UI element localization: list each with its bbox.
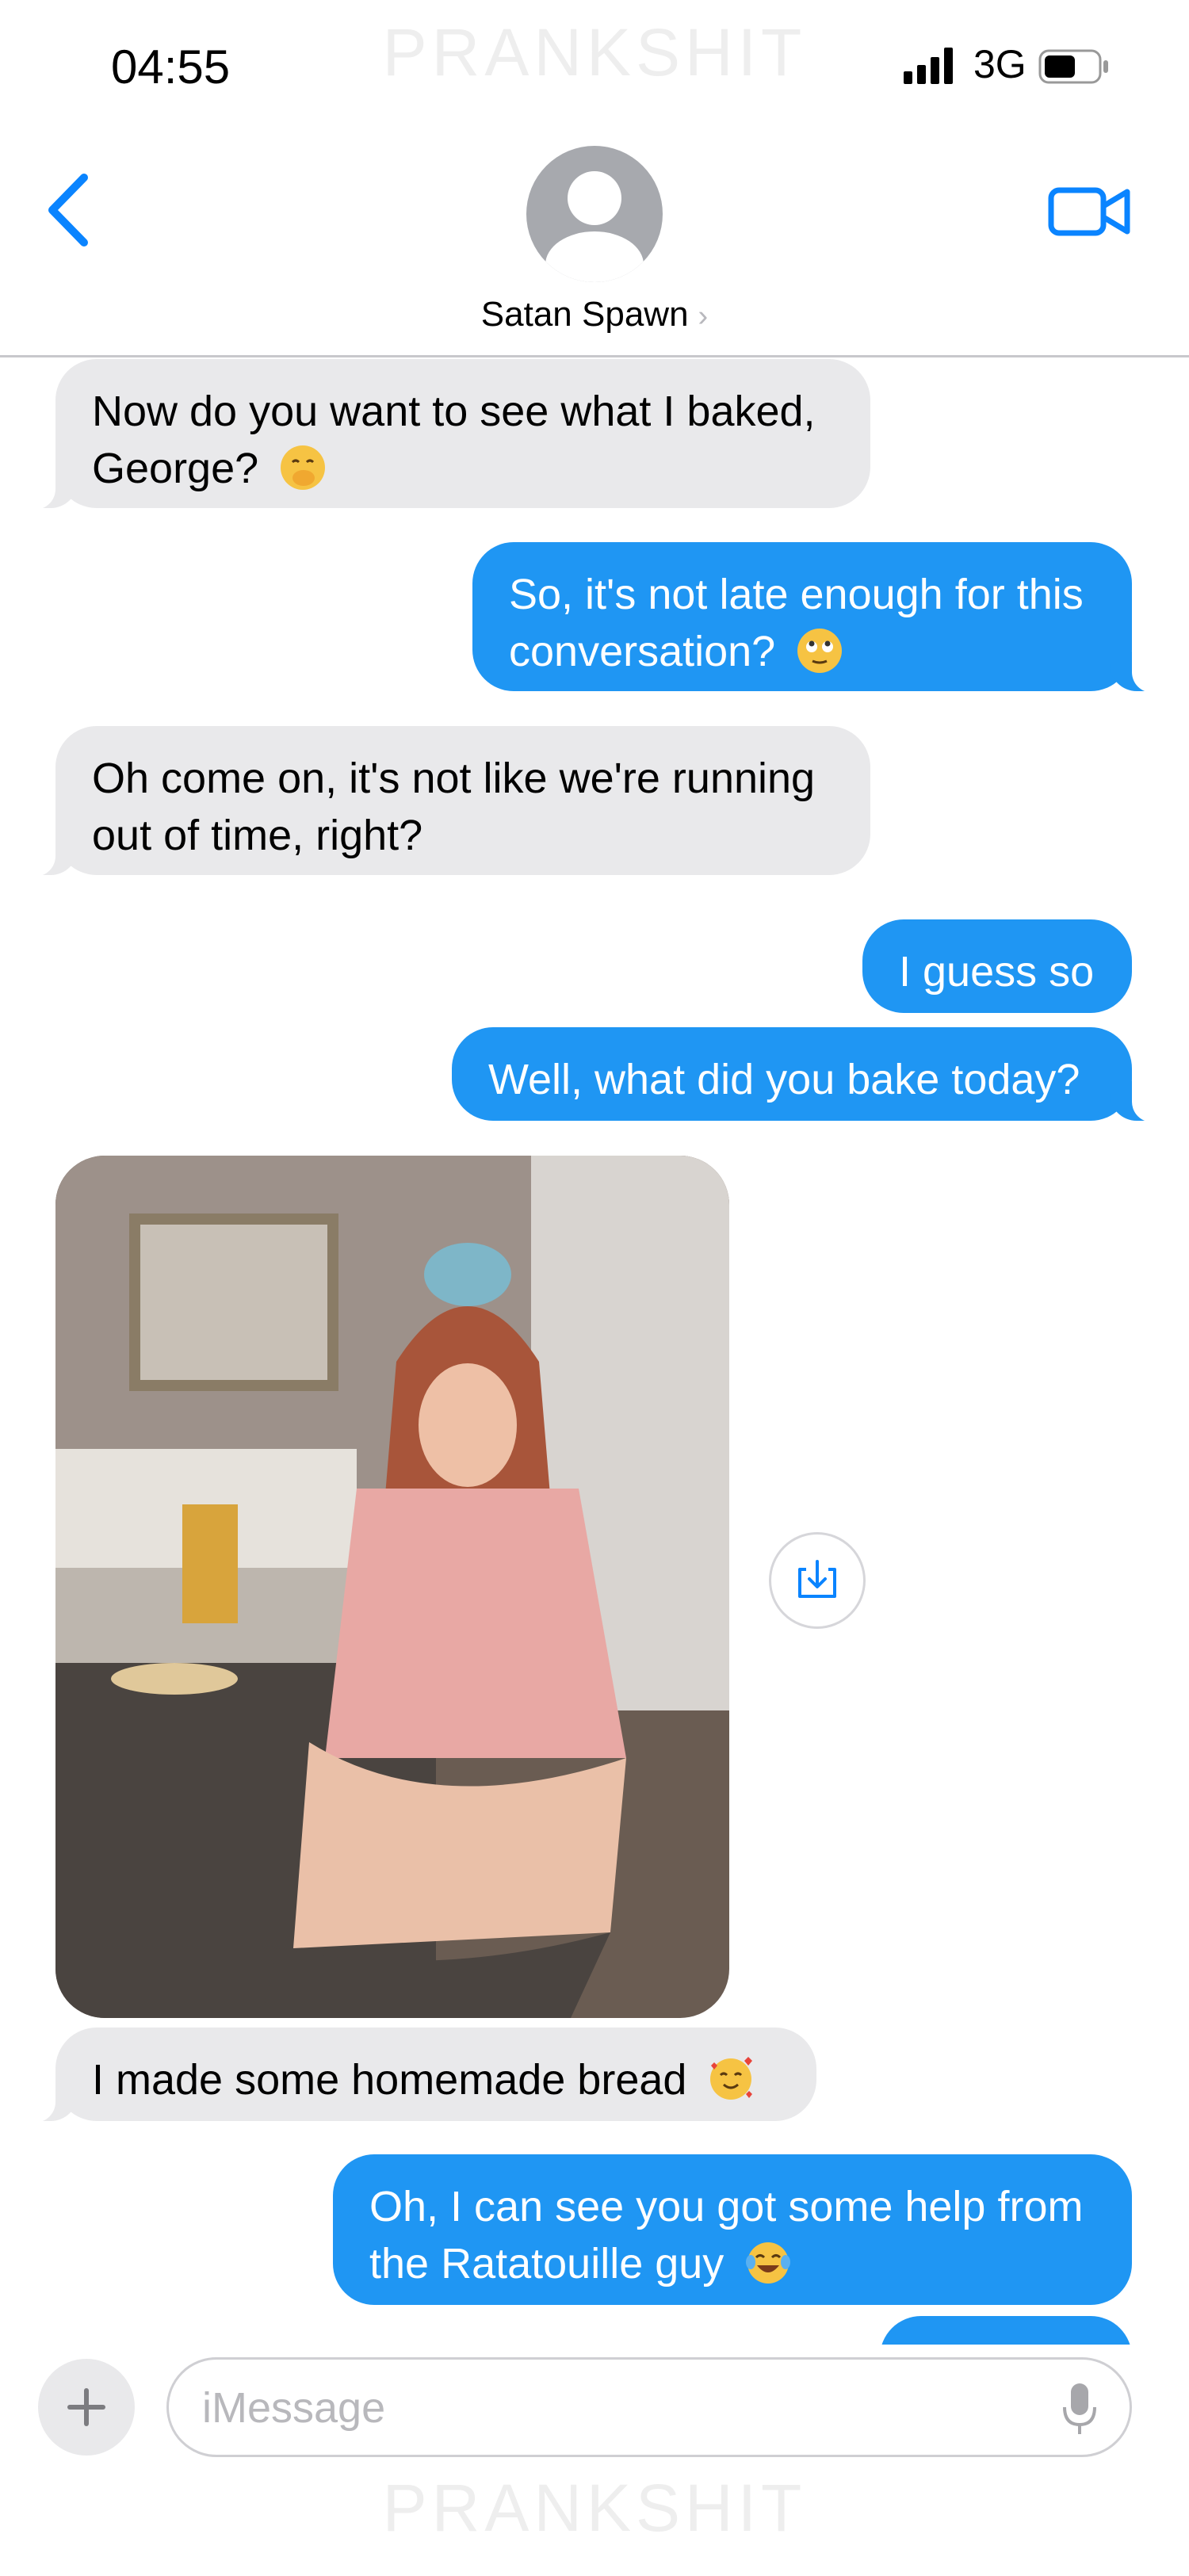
compose-bar: PRANKSHIT [0, 2345, 1189, 2576]
save-photo-button[interactable] [769, 1532, 866, 1629]
face-with-rolling-eyes-icon [797, 629, 843, 673]
message-text: Oh come on, it's not like we're running … [92, 755, 816, 859]
conversation-header: Satan Spawn › [0, 135, 1189, 357]
face-with-hand-over-mouth-icon [281, 445, 326, 490]
smiling-face-with-hearts-icon [710, 2057, 753, 2100]
face-with-tears-of-joy-icon [746, 2242, 791, 2284]
plus-icon [67, 2388, 105, 2426]
facetime-video-icon[interactable] [1046, 176, 1134, 247]
contact-name: Satan Spawn [480, 295, 689, 334]
message-input-wrapper[interactable] [166, 2357, 1132, 2457]
watermark-bottom: PRANKSHIT [382, 2471, 807, 2545]
message-bubble-received[interactable]: Now do you want to see what I baked, Geo… [16, 359, 870, 510]
download-tray-icon [798, 1560, 836, 1598]
message-bubble-sent-partial[interactable] [880, 2316, 1132, 2345]
message-bubble-sent[interactable]: I guess so [862, 919, 1132, 1013]
photo-attachment[interactable] [55, 1156, 729, 2018]
contact-name-row[interactable]: Satan Spawn › [0, 295, 1189, 334]
message-text: Now do you want to see what I baked, Geo… [92, 388, 816, 492]
message-text: Well, what did you bake today? [488, 1056, 1080, 1103]
message-text: Oh, I can see you got some help from the… [369, 2183, 1084, 2287]
chevron-right-icon: › [698, 300, 709, 333]
message-bubble-sent[interactable]: Oh, I can see you got some help from the… [333, 2154, 1132, 2305]
message-text: I made some homemade bread [92, 2056, 687, 2104]
apps-plus-button[interactable] [38, 2359, 135, 2456]
kitchen-photo-icon [55, 1156, 729, 2018]
watermark-top: PRANKSHIT [382, 15, 807, 90]
message-thread: Now do you want to see what I baked, Geo… [0, 355, 1189, 2345]
message-text: I guess so [899, 948, 1095, 996]
person-placeholder-icon [545, 171, 644, 282]
back-chevron-icon[interactable] [41, 166, 97, 254]
message-bubble-received[interactable]: Oh come on, it's not like we're running … [16, 726, 870, 877]
message-input[interactable] [201, 2375, 996, 2440]
contact-avatar[interactable] [526, 146, 663, 282]
message-bubble-received[interactable]: I made some homemade bread [16, 2028, 816, 2123]
message-bubble-sent[interactable]: Well, what did you bake today? [452, 1027, 1172, 1122]
microphone-icon[interactable] [1061, 2380, 1098, 2437]
message-bubble-sent[interactable]: So, it's not late enough for this conver… [472, 542, 1172, 693]
